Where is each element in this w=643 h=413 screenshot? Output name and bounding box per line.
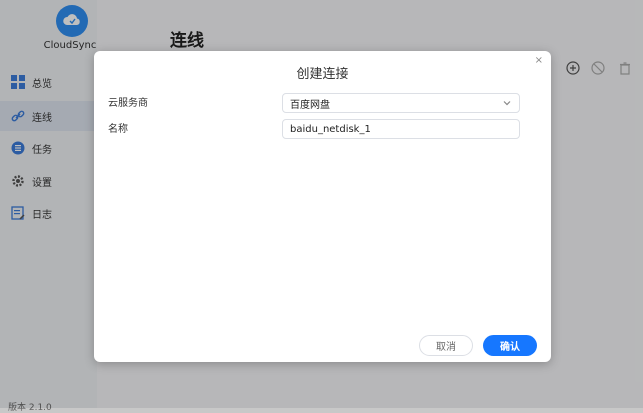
dialog-title: 创建连接 bbox=[296, 67, 349, 82]
cancel-button[interactable]: 取消 bbox=[419, 335, 473, 356]
name-input[interactable]: baidu_netdisk_1 bbox=[282, 119, 520, 139]
confirm-button[interactable]: 确认 bbox=[483, 335, 537, 356]
provider-select[interactable]: 百度网盘 bbox=[282, 93, 520, 113]
provider-label: 云服务商 bbox=[108, 98, 148, 109]
create-connection-dialog: 创建连接 × 云服务商 百度网盘 名称 baidu_netdisk_1 取消 确… bbox=[94, 51, 551, 362]
provider-select-value: 百度网盘 bbox=[290, 99, 330, 111]
name-label: 名称 bbox=[108, 124, 128, 135]
chevron-down-icon bbox=[501, 97, 513, 109]
close-icon[interactable]: × bbox=[535, 55, 543, 66]
